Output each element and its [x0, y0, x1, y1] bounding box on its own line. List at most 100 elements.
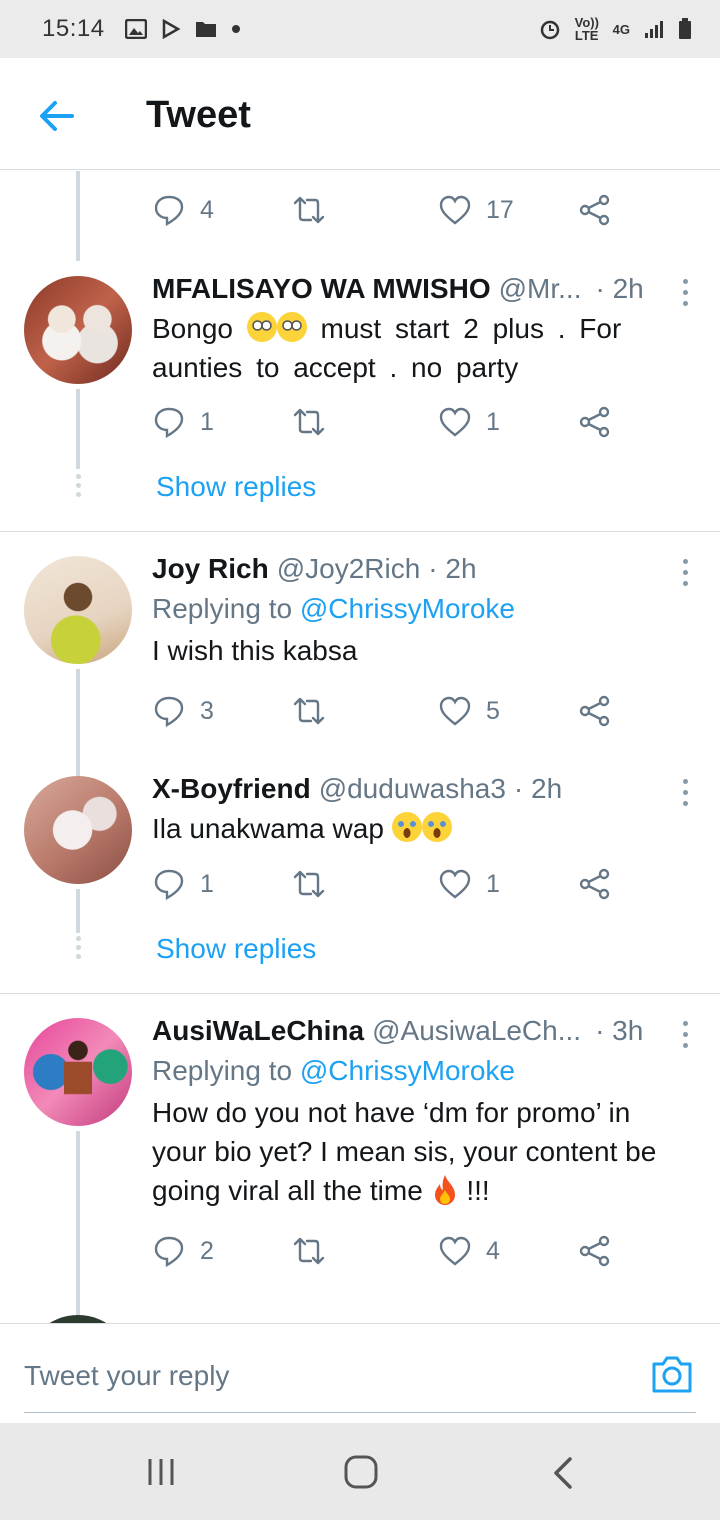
- like-button[interactable]: 1: [438, 867, 500, 901]
- tweet-text-part: How do you not have ‘dm for promo’ in yo…: [152, 1097, 657, 1206]
- like-button[interactable]: 5: [438, 694, 500, 728]
- reply-button[interactable]: 3: [152, 694, 214, 728]
- user-handle[interactable]: @duduwasha3: [319, 773, 506, 805]
- tweet-text-part: Ila unakwama wap: [152, 813, 384, 844]
- retweet-button[interactable]: [292, 1234, 340, 1268]
- replying-to: Replying to @ChrissyMoroke: [152, 593, 692, 625]
- thread-line: [76, 669, 80, 779]
- thread-dots: [74, 474, 82, 501]
- battery-icon: [679, 18, 691, 39]
- user-name[interactable]: AusiWaLeChina: [152, 1015, 364, 1047]
- user-handle[interactable]: @Mr...: [499, 273, 582, 305]
- user-handle[interactable]: @Joy2Rich: [277, 553, 421, 585]
- tweet-text-part: !!!: [466, 1175, 490, 1206]
- more-icon[interactable]: [680, 559, 690, 589]
- replying-to: Replying to @ChrissyMoroke: [152, 1055, 692, 1087]
- tweet-actions: 2 4: [152, 1234, 622, 1274]
- network-type: 4G: [612, 21, 630, 37]
- like-button[interactable]: 17: [438, 193, 514, 227]
- like-count: 5: [486, 696, 500, 725]
- retweet-button[interactable]: [292, 867, 340, 901]
- reply-count: 3: [200, 696, 214, 725]
- tweet-text: Ila unakwama wap: [152, 809, 692, 848]
- reply-icon: [154, 195, 184, 227]
- share-icon: [579, 406, 610, 438]
- tweet-actions: 1 1: [152, 405, 622, 445]
- avatar[interactable]: [24, 276, 132, 384]
- avatar[interactable]: [24, 556, 132, 664]
- like-button[interactable]: 1: [438, 405, 500, 439]
- rolling-eyes-emoji: [276, 312, 307, 342]
- retweet-icon: [293, 408, 325, 436]
- divider: [0, 993, 720, 994]
- tweet[interactable]: X-Boyfriend @duduwasha3 · 2h Ila unakwama …: [152, 773, 692, 848]
- retweet-button[interactable]: [292, 694, 340, 728]
- tweet-actions: 3 5: [152, 694, 622, 734]
- app-header: Tweet: [0, 58, 720, 170]
- tweet[interactable]: AusiWaLeChina @AusiwaLeCh... · 3h Replying…: [152, 1015, 692, 1210]
- share-button[interactable]: [578, 405, 626, 439]
- tweet[interactable]: MFALISAYO WA MWISHO @Mr... · 2h Bongo must…: [152, 273, 692, 387]
- signal-icon: [645, 21, 663, 38]
- like-icon: [439, 696, 471, 726]
- replies-feed[interactable]: 4 17 MFALISAYO WA MWISHO @Mr... · 2h Bongo…: [0, 171, 720, 1323]
- user-handle[interactable]: @AusiwaLeCh...: [372, 1015, 581, 1047]
- reply-input[interactable]: Tweet your reply: [24, 1360, 229, 1392]
- avatar[interactable]: [24, 1018, 132, 1126]
- reply-icon: [154, 696, 184, 728]
- retweet-button[interactable]: [292, 193, 340, 227]
- status-bar: 15:14 Vo)) LTE 4G: [0, 0, 720, 58]
- tweet-time: · 2h: [595, 273, 644, 304]
- replying-handle[interactable]: @ChrissyMoroke: [300, 593, 515, 624]
- share-button[interactable]: [578, 694, 626, 728]
- share-button[interactable]: [578, 1234, 626, 1268]
- replying-prefix: Replying to: [152, 593, 293, 624]
- like-icon: [439, 195, 471, 225]
- home-icon[interactable]: [344, 1455, 378, 1489]
- user-name[interactable]: Joy Rich: [152, 553, 269, 585]
- share-icon: [579, 695, 610, 727]
- user-name[interactable]: X-Boyfriend: [152, 773, 311, 805]
- more-icon[interactable]: [680, 779, 690, 809]
- retweet-icon: [293, 1237, 325, 1265]
- avatar[interactable]: [24, 776, 132, 884]
- recent-apps-icon[interactable]: [146, 1457, 176, 1487]
- thread-line: [76, 171, 80, 261]
- rolling-eyes-emoji: [246, 312, 277, 342]
- reply-count: 1: [200, 869, 214, 898]
- share-button[interactable]: [578, 867, 626, 901]
- reply-button[interactable]: 1: [152, 405, 214, 439]
- reply-button[interactable]: 4: [152, 193, 214, 227]
- like-icon: [439, 407, 471, 437]
- more-icon[interactable]: [680, 279, 690, 309]
- avatar[interactable]: [24, 1315, 132, 1323]
- share-button[interactable]: [578, 193, 626, 227]
- volte-indicator: Vo)) LTE: [574, 15, 599, 43]
- camera-icon[interactable]: [650, 1354, 694, 1394]
- replying-handle[interactable]: @ChrissyMoroke: [300, 1055, 515, 1086]
- like-count: 4: [486, 1236, 500, 1265]
- reply-button[interactable]: 1: [152, 867, 214, 901]
- nav-back-icon[interactable]: [552, 1457, 576, 1489]
- back-arrow-icon[interactable]: [36, 96, 76, 136]
- reply-icon: [154, 1236, 184, 1268]
- tweet-actions: 4 17: [152, 193, 622, 233]
- thread-line: [76, 889, 80, 933]
- reply-button[interactable]: 2: [152, 1234, 214, 1268]
- like-button[interactable]: 4: [438, 1234, 500, 1268]
- like-count: 1: [486, 407, 500, 436]
- reply-count: 4: [200, 195, 214, 224]
- retweet-button[interactable]: [292, 405, 340, 439]
- page-title: Tweet: [146, 94, 251, 136]
- user-name[interactable]: MFALISAYO WA MWISHO: [152, 273, 491, 305]
- like-count: 17: [486, 195, 514, 224]
- share-icon: [579, 194, 610, 226]
- more-icon[interactable]: [680, 1021, 690, 1051]
- tweet-text: Bongo must start 2 plus . For aunties to…: [152, 309, 692, 387]
- share-icon: [579, 868, 610, 900]
- show-replies-link[interactable]: Show replies: [156, 933, 316, 965]
- gallery-icon: [124, 19, 147, 39]
- show-replies-link[interactable]: Show replies: [156, 471, 316, 503]
- tweet[interactable]: Joy Rich @Joy2Rich · 2h Replying to @Chris…: [152, 553, 692, 670]
- reply-icon: [154, 407, 184, 439]
